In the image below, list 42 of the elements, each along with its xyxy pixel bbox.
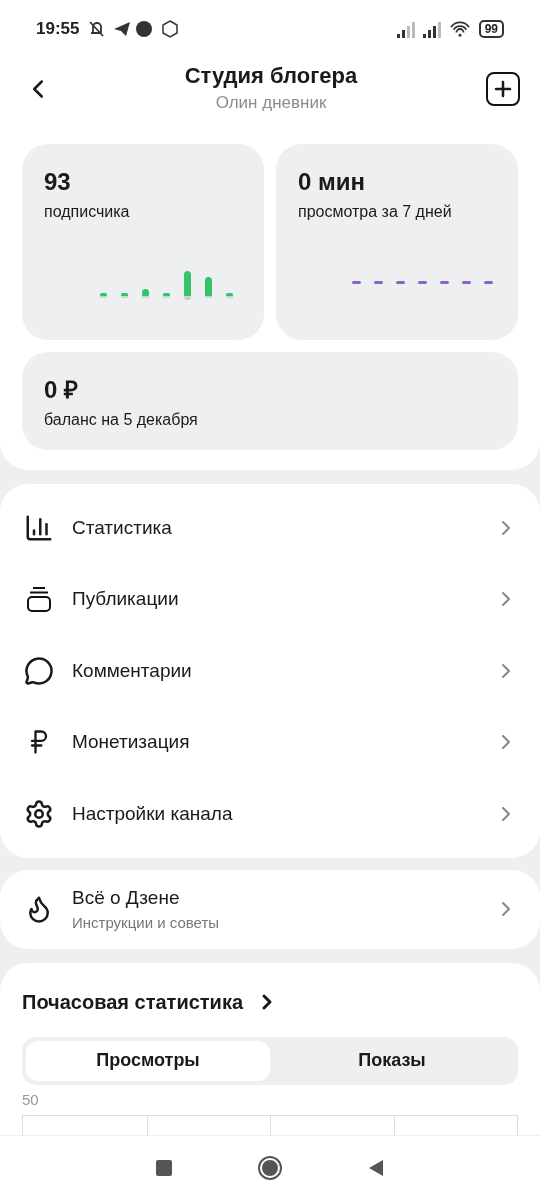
wifi-icon	[448, 20, 471, 38]
stat-card[interactable]: 93 подписчика	[22, 144, 264, 340]
menu-label: Публикации	[72, 587, 180, 611]
signal-icon	[422, 20, 441, 38]
menu-label: Настройки канала	[72, 801, 234, 826]
muted-bell-icon	[87, 19, 106, 39]
tab[interactable]: Показы	[270, 1040, 514, 1081]
add-button[interactable]	[486, 72, 520, 106]
menu-item[interactable]: Комментарии	[0, 635, 540, 707]
stat-value: 0 ₽	[44, 376, 79, 404]
menu-item[interactable]: Публикации	[0, 563, 540, 635]
menu-label: Статистика	[72, 515, 173, 540]
stat-label: подписчика	[44, 202, 131, 222]
stat-value: 93	[44, 168, 72, 196]
menu-label: Монетизация	[72, 730, 191, 754]
tab[interactable]: Просмотры	[26, 1040, 270, 1081]
page-title: Студия блогера	[184, 62, 358, 91]
section-title: Почасовая статистика	[22, 989, 244, 1015]
channel-name: Олин дневник	[215, 92, 327, 115]
stack-icon	[24, 584, 54, 615]
stat-card[interactable]: 0 ₽ баланс на 5 декабря	[22, 352, 518, 450]
axis-label: 50	[22, 1089, 40, 1110]
home-button[interactable]	[258, 1156, 282, 1180]
settings-icon	[24, 798, 54, 829]
status-time: 19:55	[36, 18, 80, 41]
speech-bubble-icon	[24, 655, 54, 686]
signal-icon	[396, 20, 415, 38]
menu-item[interactable]: Статистика	[0, 492, 540, 564]
stat-value: 0 мин	[298, 168, 367, 196]
about-subtitle: Инструкции и советы	[72, 913, 221, 933]
hexagon-icon	[161, 20, 180, 38]
about-card[interactable]: Всё о Дзене Инструкции и советы	[0, 869, 540, 949]
back-nav-icon[interactable]	[368, 1159, 384, 1177]
menu-label: Комментарии	[72, 658, 193, 683]
stat-card[interactable]: 0 мин просмотра за 7 дней	[276, 144, 518, 340]
menu-item[interactable]: Настройки канала	[0, 778, 540, 850]
paper-plane-icon	[113, 21, 132, 37]
stat-label: баланс на 5 декабря	[44, 410, 199, 430]
menu-item[interactable]: Монетизация	[0, 706, 540, 778]
stat-label: просмотра за 7 дней	[298, 202, 453, 222]
about-title: Всё о Дзене	[72, 885, 181, 910]
battery-indicator: 99	[478, 20, 504, 38]
